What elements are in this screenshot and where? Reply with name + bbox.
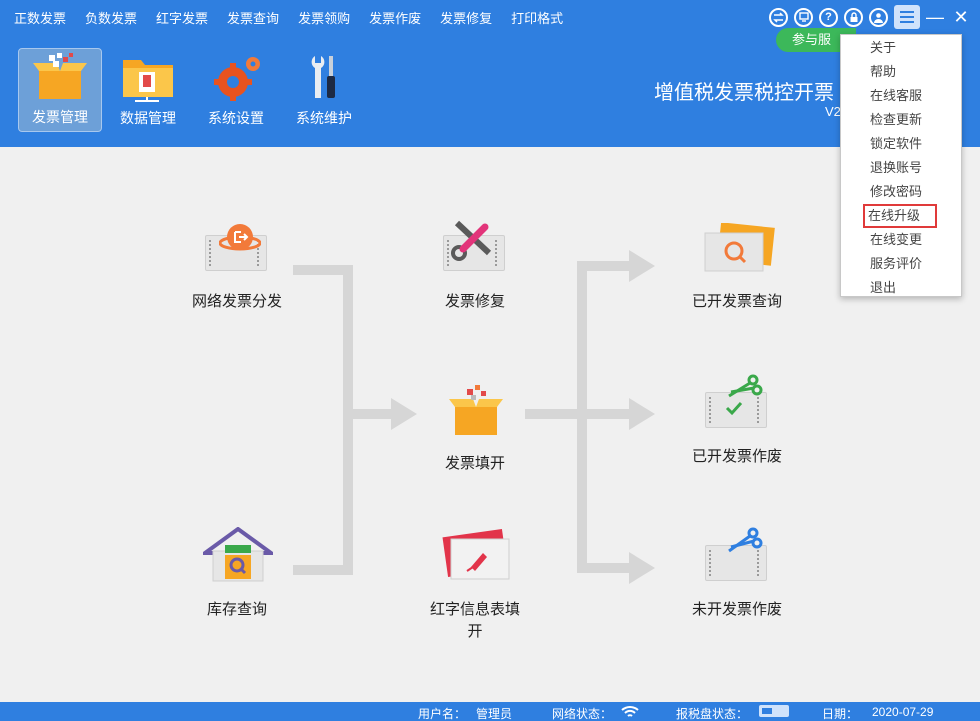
inventory-house-icon (197, 525, 277, 585)
status-network-label: 网络状态： (552, 707, 613, 721)
close-icon[interactable]: ✕ (950, 5, 972, 29)
user-icon[interactable] (869, 7, 888, 27)
node-network-dispatch[interactable]: 网络发票分发 (162, 217, 312, 313)
main-toolbar: 发票管理 数据管理 系统设置 系统维护 (18, 48, 370, 132)
node-label: 未开发票作废 (691, 601, 782, 618)
node-label: 已开发票作废 (691, 448, 782, 465)
invoice-box-icon (31, 51, 89, 101)
flow-connector (587, 409, 631, 419)
lock-icon[interactable] (844, 7, 863, 27)
wifi-icon (620, 703, 640, 721)
exchange-icon[interactable] (769, 7, 788, 27)
node-label: 库存查询 (206, 601, 267, 618)
menu-online-change[interactable]: 在线变更 (841, 228, 961, 252)
menu-check-update[interactable]: 检查更新 (841, 108, 961, 132)
menu-invoice-query[interactable]: 发票查询 (227, 8, 279, 27)
network-dispatch-icon (197, 217, 277, 277)
toolbar-system-maintenance[interactable]: 系统维护 (282, 48, 366, 132)
toolbar-label: 数据管理 (120, 110, 176, 126)
app-title: 增值税发票税控开票 (654, 82, 834, 104)
toolbar-label: 系统维护 (296, 110, 352, 126)
tools-icon (295, 52, 353, 102)
menu-red-invoice[interactable]: 红字发票 (156, 8, 208, 27)
main-flow-panel: 网络发票分发 发票修复 已开发票查询 发票填开 已开发票作废 库存查询 红字信息… (0, 147, 980, 702)
menu-invoice-repair[interactable]: 发票修复 (440, 8, 492, 27)
menu-invoice-void[interactable]: 发票作废 (369, 8, 421, 27)
menu-service-rating[interactable]: 服务评价 (841, 252, 961, 276)
node-inventory-query[interactable]: 库存查询 (162, 525, 312, 621)
menu-print-format[interactable]: 打印格式 (511, 8, 563, 27)
top-header: 正数发票 负数发票 红字发票 发票查询 发票领购 发票作废 发票修复 打印格式 … (0, 0, 980, 147)
toolbar-data-management[interactable]: 数据管理 (106, 48, 190, 132)
unissued-void-icon (697, 525, 777, 585)
menu-online-service[interactable]: 在线客服 (841, 84, 961, 108)
hamburger-menu-icon[interactable] (894, 5, 920, 29)
toolbar-label: 发票管理 (32, 109, 88, 125)
invoice-fill-icon (435, 379, 515, 439)
gear-icon (207, 52, 265, 102)
repair-tools-icon (435, 217, 515, 277)
node-invoice-fill[interactable]: 发票填开 (400, 379, 550, 475)
menu-lock-software[interactable]: 锁定软件 (841, 132, 961, 156)
node-unissued-void[interactable]: 未开发票作废 (662, 525, 812, 621)
window-tools: ? — ✕ (763, 4, 972, 30)
node-issued-query[interactable]: 已开发票查询 (662, 217, 812, 313)
node-label: 发票修复 (444, 293, 505, 310)
node-label: 已开发票查询 (691, 293, 782, 310)
flow-arrow (629, 250, 655, 282)
status-date-value: 2020-07-29 (872, 705, 934, 719)
minimize-icon[interactable]: — (924, 5, 946, 29)
issued-void-icon (697, 372, 777, 432)
toolbar-invoice-management[interactable]: 发票管理 (18, 48, 102, 132)
status-user-value: 管理员 (476, 707, 513, 721)
node-label: 红字信息表填开 (429, 601, 520, 640)
hamburger-dropdown-menu: 关于 帮助 在线客服 检查更新 锁定软件 退换账号 修改密码 在线升级 在线变更… (840, 34, 962, 297)
issued-query-icon (697, 217, 777, 277)
menu-online-upgrade[interactable]: 在线升级 (863, 204, 937, 228)
screen-icon[interactable] (794, 7, 813, 27)
red-info-icon (435, 525, 515, 585)
help-icon[interactable]: ? (819, 7, 838, 27)
menu-exit[interactable]: 退出 (841, 276, 961, 300)
node-label: 发票填开 (444, 455, 505, 472)
folder-icon (119, 52, 177, 102)
menu-switch-account[interactable]: 退换账号 (841, 156, 961, 180)
node-issued-void[interactable]: 已开发票作废 (662, 372, 812, 468)
node-invoice-repair[interactable]: 发票修复 (400, 217, 550, 313)
status-bar: 用户名： 管理员 网络状态： 报税盘状态： 日期： 2020-07-29 (0, 702, 980, 721)
node-red-info-fill[interactable]: 红字信息表填开 (400, 525, 550, 643)
node-label: 网络发票分发 (191, 293, 282, 310)
toolbar-label: 系统设置 (208, 110, 264, 126)
flow-connector (587, 261, 631, 271)
status-date-label: 日期： (822, 707, 859, 721)
flow-connector (577, 261, 587, 573)
tax-disk-icon (758, 704, 790, 721)
menu-about[interactable]: 关于 (841, 36, 961, 60)
menu-positive-invoice[interactable]: 正数发票 (14, 8, 66, 27)
flow-arrow (629, 552, 655, 584)
menu-negative-invoice[interactable]: 负数发票 (85, 8, 137, 27)
menu-change-password[interactable]: 修改密码 (841, 180, 961, 204)
flow-connector (587, 563, 631, 573)
app-version: V2 (825, 104, 841, 119)
status-user-label: 用户名： (418, 707, 467, 721)
status-disk-label: 报税盘状态： (676, 707, 749, 721)
menu-bar: 正数发票 负数发票 红字发票 发票查询 发票领购 发票作废 发票修复 打印格式 (0, 0, 582, 34)
toolbar-system-settings[interactable]: 系统设置 (194, 48, 278, 132)
menu-invoice-purchase[interactable]: 发票领购 (298, 8, 350, 27)
flow-connector (343, 265, 353, 575)
menu-help[interactable]: 帮助 (841, 60, 961, 84)
flow-arrow (629, 398, 655, 430)
flow-connector (353, 409, 393, 419)
